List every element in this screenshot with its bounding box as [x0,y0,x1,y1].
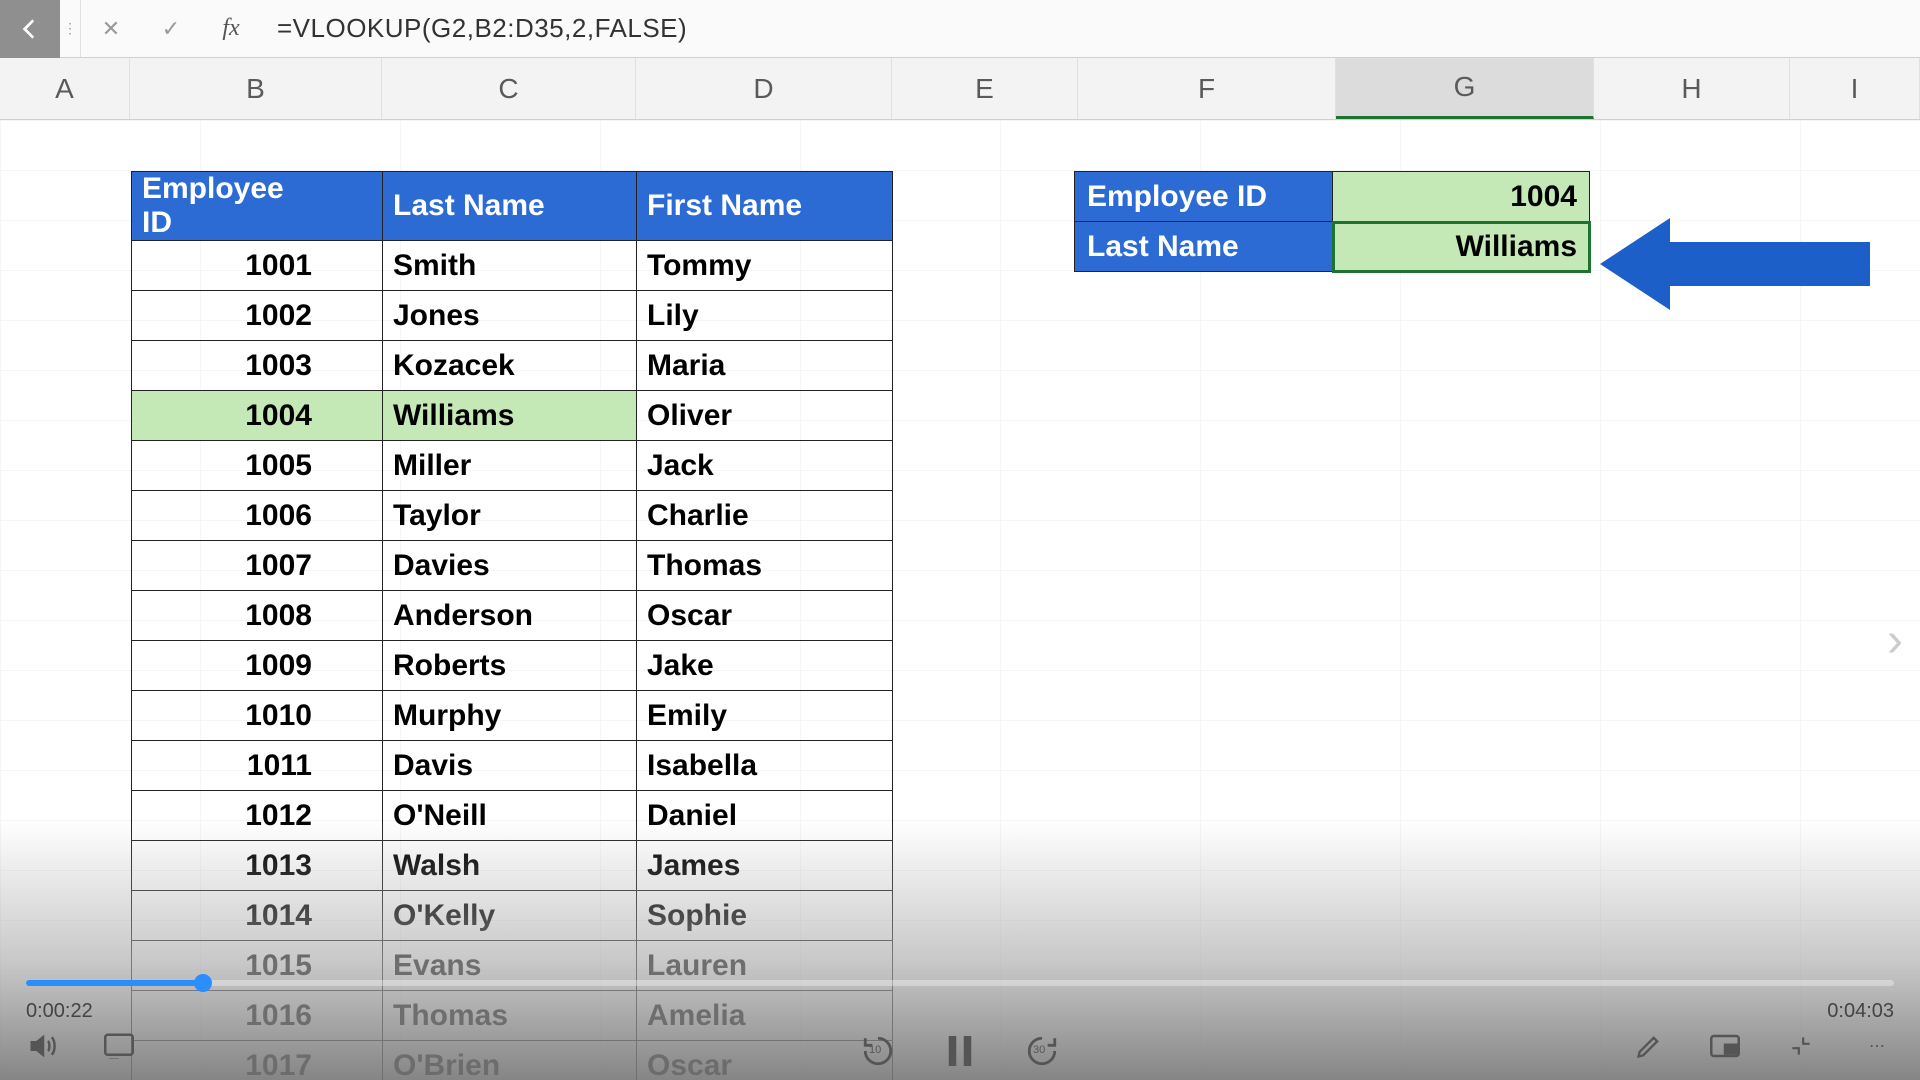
cell-last[interactable]: Walsh [383,841,637,891]
lookup-name-label[interactable]: Last Name [1075,222,1333,272]
cell-first[interactable]: James [637,841,893,891]
column-header-C[interactable]: C [382,58,636,119]
lookup-id-label[interactable]: Employee ID [1075,172,1333,222]
column-header-G[interactable]: G [1336,58,1594,119]
cell-last[interactable]: Davies [383,541,637,591]
cell-last[interactable]: Jones [383,291,637,341]
video-player-bar: 0:00:22 0:04:03 [0,970,1920,1080]
cancel-formula-button[interactable]: ✕ [81,0,141,57]
cell-last[interactable]: Roberts [383,641,637,691]
elapsed-time: 0:00:22 [26,1000,93,1023]
column-header-A[interactable]: A [0,58,130,119]
cell-id[interactable]: 1014 [132,891,383,941]
next-chevron-icon[interactable]: › [1870,580,1920,700]
cell-id[interactable]: 1012 [132,791,383,841]
cell-last[interactable]: O'Kelly [383,891,637,941]
cell-last[interactable]: Anderson [383,591,637,641]
skip-forward-button[interactable]: 30 [1025,1034,1059,1068]
edit-icon[interactable] [1632,1029,1666,1063]
column-headers: ABCDEFGHI [0,58,1920,120]
table-header-first[interactable]: First Name [637,172,893,241]
cell-last[interactable]: Miller [383,441,637,491]
column-header-D[interactable]: D [636,58,892,119]
cell-last[interactable]: O'Neill [383,791,637,841]
more-menu-icon[interactable]: ⋮ [60,20,80,37]
pip-icon[interactable] [1708,1029,1742,1063]
lookup-id-value[interactable]: 1004 [1333,172,1590,222]
formula-bar: ⋮ ✕ ✓ fx =VLOOKUP(G2,B2:D35,2,FALSE) [0,0,1920,58]
formula-input[interactable]: =VLOOKUP(G2,B2:D35,2,FALSE) [261,0,1920,57]
column-header-H[interactable]: H [1594,58,1790,119]
lookup-table: Employee ID 1004 Last Name Williams [1074,171,1590,272]
pause-button[interactable] [943,1034,977,1068]
cell-first[interactable]: Thomas [637,541,893,591]
progress-track[interactable] [26,980,1894,986]
cell-last[interactable]: Murphy [383,691,637,741]
callout-arrow-icon [1600,218,1870,310]
cell-id[interactable]: 1013 [132,841,383,891]
fx-icon[interactable]: fx [201,0,261,57]
cell-id[interactable]: 1009 [132,641,383,691]
column-header-E[interactable]: E [892,58,1078,119]
cell-last[interactable]: Davis [383,741,637,791]
cell-id[interactable]: 1008 [132,591,383,641]
cell-first[interactable]: Charlie [637,491,893,541]
cell-id[interactable]: 1006 [132,491,383,541]
table-row[interactable]: 1014O'KellySophie [132,891,893,941]
cell-id[interactable]: 1010 [132,691,383,741]
cell-first[interactable]: Tommy [637,241,893,291]
cell-id[interactable]: 1011 [132,741,383,791]
cell-first[interactable]: Oscar [637,591,893,641]
cell-id[interactable]: 1004 [132,391,383,441]
column-header-I[interactable]: I [1790,58,1920,119]
table-row[interactable]: 1006TaylorCharlie [132,491,893,541]
table-row[interactable]: 1010MurphyEmily [132,691,893,741]
cell-last[interactable]: Kozacek [383,341,637,391]
lookup-name-value[interactable]: Williams [1333,222,1590,272]
cell-id[interactable]: 1007 [132,541,383,591]
cell-last[interactable]: Smith [383,241,637,291]
volume-icon[interactable] [26,1029,60,1063]
cell-id[interactable]: 1002 [132,291,383,341]
cell-id[interactable]: 1005 [132,441,383,491]
table-row[interactable]: 1003KozacekMaria [132,341,893,391]
cell-first[interactable]: Jake [637,641,893,691]
table-row[interactable]: 1011DavisIsabella [132,741,893,791]
more-options-icon[interactable]: ⋯ [1860,1029,1894,1063]
table-row[interactable]: 1013WalshJames [132,841,893,891]
table-row[interactable]: 1007DaviesThomas [132,541,893,591]
cell-id[interactable]: 1001 [132,241,383,291]
table-row[interactable]: 1009RobertsJake [132,641,893,691]
back-button[interactable] [0,0,60,58]
cell-first[interactable]: Lily [637,291,893,341]
table-header-id[interactable]: Employee ID [132,172,383,241]
table-row[interactable]: 1005MillerJack [132,441,893,491]
spreadsheet-grid[interactable]: Employee ID Last Name First Name 1001Smi… [0,120,1920,1080]
table-row[interactable]: 1002JonesLily [132,291,893,341]
duration-time: 0:04:03 [1827,1000,1894,1023]
table-row[interactable]: 1008AndersonOscar [132,591,893,641]
cell-first[interactable]: Sophie [637,891,893,941]
cell-first[interactable]: Oliver [637,391,893,441]
table-row[interactable]: 1001SmithTommy [132,241,893,291]
column-header-F[interactable]: F [1078,58,1336,119]
cell-first[interactable]: Isabella [637,741,893,791]
cell-first[interactable]: Jack [637,441,893,491]
minimize-icon[interactable] [1784,1029,1818,1063]
column-header-B[interactable]: B [130,58,382,119]
cell-last[interactable]: Williams [383,391,637,441]
employee-table: Employee ID Last Name First Name 1001Smi… [131,171,893,1080]
cell-id[interactable]: 1003 [132,341,383,391]
table-row[interactable]: 1004WilliamsOliver [132,391,893,441]
table-header-last[interactable]: Last Name [383,172,637,241]
accept-formula-button[interactable]: ✓ [141,0,201,57]
progress-fill [26,980,203,986]
table-row[interactable]: 1012O'NeillDaniel [132,791,893,841]
cell-first[interactable]: Daniel [637,791,893,841]
cell-first[interactable]: Emily [637,691,893,741]
cell-last[interactable]: Taylor [383,491,637,541]
skip-back-button[interactable]: 10 [861,1034,895,1068]
cell-first[interactable]: Maria [637,341,893,391]
captions-icon[interactable] [102,1029,136,1063]
